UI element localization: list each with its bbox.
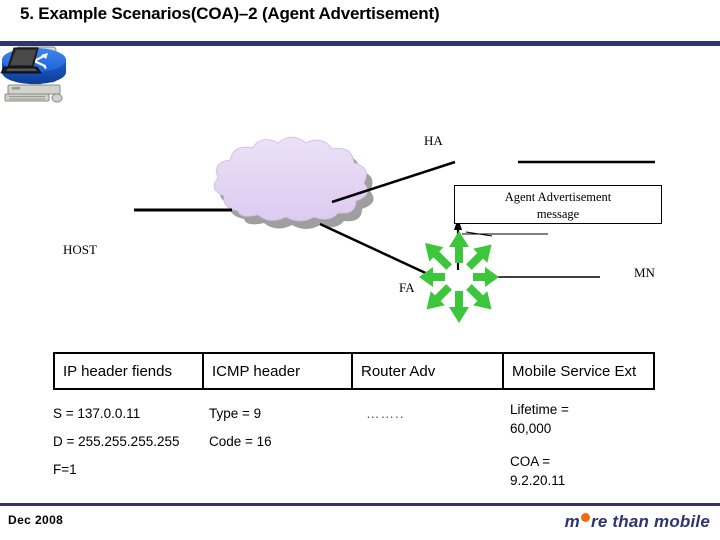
table-header-mobile-service-ext: Mobile Service Ext [512, 362, 637, 380]
footer-divider [0, 503, 720, 506]
laptop-icon [0, 47, 42, 74]
ip-field-flag: F=1 [53, 462, 77, 477]
table-cell-router-adv: …….. [366, 400, 405, 428]
brand-logo: m re than mobile [565, 512, 710, 532]
node-label-ha: HA [424, 133, 443, 148]
callout-line-2: message [536, 206, 580, 221]
table-body: S = 137.0.0.11 D = 255.255.255.255 F=1 T… [53, 390, 655, 510]
ext-field-coa-value: 9.2.20.11 [510, 473, 566, 488]
table-header-router-adv: Router Adv [353, 354, 504, 388]
node-label-mn: MN [634, 265, 655, 280]
link-cloud-fa [319, 222, 433, 278]
node-label-host: HOST [63, 242, 97, 257]
brand-logo-prefix: m [564, 512, 580, 531]
brand-dot-icon [581, 513, 590, 522]
broadcast-arrows [419, 231, 499, 323]
network-diagram: HOST HA FA MN Agent Advertisement messag… [0, 46, 720, 346]
icmp-field-code: Code = 16 [209, 434, 272, 449]
ext-field-coa-label: COA = [510, 454, 551, 469]
packet-format-table: IP header fiends ICMP header Router Adv … [53, 352, 655, 510]
callout-line-1: Agent Advertisement [504, 190, 612, 204]
agent-advertisement-callout: Agent Advertisement message [454, 185, 662, 224]
table-cell-mobile-service-ext: Lifetime = 60,000 COA = 9.2.20.11 [510, 400, 569, 490]
brand-logo-suffix: re than mobile [591, 512, 710, 531]
ext-field-lifetime-label: Lifetime = [510, 402, 569, 417]
callout-leader-line [454, 218, 548, 270]
ip-field-source: S = 137.0.0.11 [53, 406, 141, 421]
node-label-fa: FA [399, 280, 415, 295]
table-cell-icmp-header: Type = 9 Code = 16 [209, 400, 272, 456]
ext-field-lifetime-value: 60,000 [510, 421, 552, 436]
table-header-icmp-header: ICMP header [204, 354, 353, 388]
network-cloud-icon [213, 136, 368, 222]
icmp-field-type: Type = 9 [209, 406, 262, 421]
router-adv-ellipsis: …….. [366, 406, 405, 421]
table-header-ip-header-fields: IP header fiends [55, 354, 204, 388]
page-title: 5. Example Scenarios(COA)–2 (Agent Adver… [20, 4, 440, 23]
table-cell-ip-header-fields: S = 137.0.0.11 D = 255.255.255.255 F=1 [53, 400, 179, 484]
ip-field-destination: D = 255.255.255.255 [53, 434, 180, 449]
table-header-row: IP header fiends ICMP header Router Adv … [53, 352, 655, 390]
footer-date: Dec 2008 [8, 513, 64, 527]
